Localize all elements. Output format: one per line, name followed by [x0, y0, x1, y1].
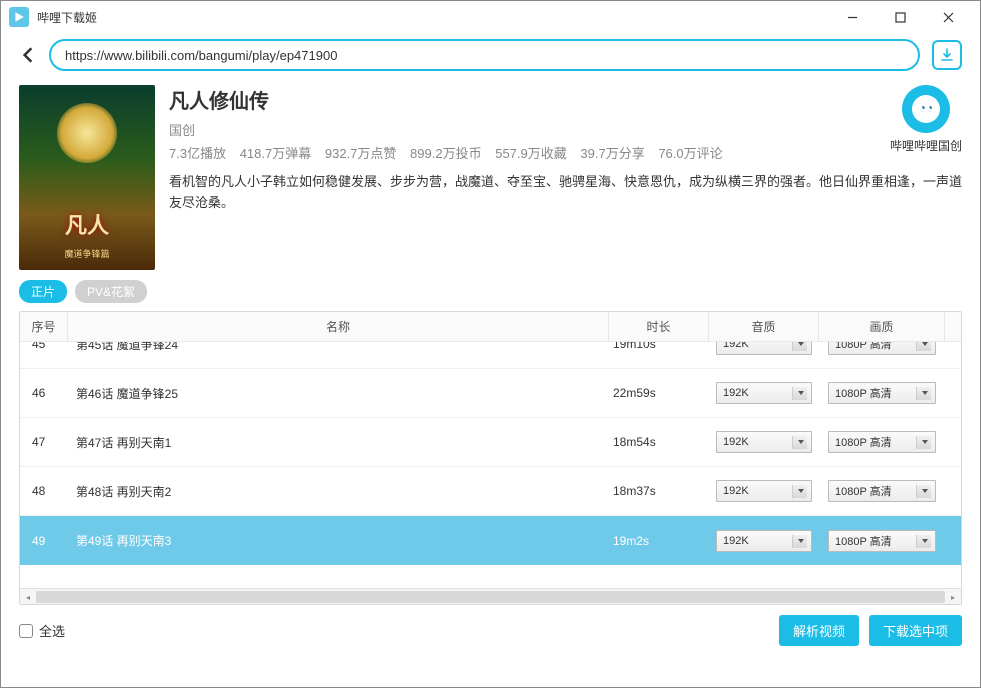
- maximize-button[interactable]: [876, 1, 924, 33]
- media-category: 国创: [169, 120, 962, 139]
- audio-select[interactable]: 192K: [716, 342, 812, 355]
- scroll-thumb[interactable]: [36, 591, 945, 603]
- media-info: 魔道争锋篇 凡人修仙传 国创 7.3亿播放 418.7万弹幕 932.7万点赞 …: [19, 85, 962, 270]
- cell-duration: 18m37s: [609, 484, 709, 498]
- cell-index: 47: [20, 435, 68, 449]
- cover-image: 魔道争锋篇: [19, 85, 155, 270]
- table-row[interactable]: 47 第47话 再别天南1 18m54s 192K 1080P 高清: [20, 418, 961, 467]
- cell-name: 第47话 再别天南1: [68, 434, 609, 451]
- header-name[interactable]: 名称: [68, 312, 609, 341]
- media-description: 看机智的凡人小子韩立如何稳健发展、步步为营，战魔道、夺至宝、驰骋星海、快意恩仇，…: [169, 172, 962, 214]
- cell-duration: 19m10s: [609, 342, 709, 351]
- download-button[interactable]: 下载选中项: [869, 615, 962, 646]
- table-row[interactable]: 45 第45话 魔道争锋24 19m10s 192K 1080P 高清: [20, 342, 961, 369]
- header-duration[interactable]: 时长: [609, 312, 709, 341]
- footer: 全选 解析视频 下载选中项: [1, 605, 980, 656]
- url-bar: [1, 33, 980, 77]
- header-extra: [945, 312, 961, 341]
- stat-likes: 932.7万点赞: [325, 146, 397, 161]
- cell-name: 第48话 再别天南2: [68, 483, 609, 500]
- cell-name: 第45话 魔道争锋24: [68, 342, 609, 353]
- checkbox-icon: [19, 624, 33, 638]
- app-logo: [9, 7, 29, 27]
- scroll-left-arrow[interactable]: ◂: [20, 589, 36, 605]
- stat-comments: 76.0万评论: [658, 146, 722, 161]
- tab-extras[interactable]: PV&花絮: [75, 280, 147, 303]
- cell-duration: 18m54s: [609, 435, 709, 449]
- cell-index: 48: [20, 484, 68, 498]
- cell-name: 第49话 再别天南3: [68, 532, 609, 549]
- cell-duration: 22m59s: [609, 386, 709, 400]
- header-index[interactable]: 序号: [20, 312, 68, 341]
- video-select[interactable]: 1080P 高清: [828, 530, 936, 552]
- audio-select[interactable]: 192K: [716, 382, 812, 404]
- select-all-checkbox[interactable]: 全选: [19, 621, 65, 640]
- back-button[interactable]: [19, 46, 37, 64]
- table-row[interactable]: 46 第46话 魔道争锋25 22m59s 192K 1080P 高清: [20, 369, 961, 418]
- tab-main[interactable]: 正片: [19, 280, 67, 303]
- cell-index: 49: [20, 534, 68, 548]
- audio-select[interactable]: 192K: [716, 431, 812, 453]
- stat-shares: 39.7万分享: [580, 146, 644, 161]
- select-all-label: 全选: [39, 621, 65, 640]
- url-input[interactable]: [49, 39, 920, 71]
- video-select[interactable]: 1080P 高清: [828, 342, 936, 355]
- cell-duration: 19m2s: [609, 534, 709, 548]
- titlebar: 哔哩下载姬: [1, 1, 980, 33]
- close-button[interactable]: [924, 1, 972, 33]
- stat-danmaku: 418.7万弹幕: [240, 146, 312, 161]
- video-select[interactable]: 1080P 高清: [828, 382, 936, 404]
- uploader-name: 哔哩哔哩国创: [890, 137, 962, 154]
- header-audio[interactable]: 音质: [709, 312, 819, 341]
- stat-coins: 899.2万投币: [410, 146, 482, 161]
- download-icon-button[interactable]: [932, 40, 962, 70]
- table-row[interactable]: 49 第49话 再别天南3 19m2s 192K 1080P 高清: [20, 516, 961, 565]
- video-select[interactable]: 1080P 高清: [828, 480, 936, 502]
- cell-index: 45: [20, 342, 68, 351]
- audio-select[interactable]: 192K: [716, 480, 812, 502]
- video-select[interactable]: 1080P 高清: [828, 431, 936, 453]
- cell-index: 46: [20, 386, 68, 400]
- episode-table: 序号 名称 时长 音质 画质 192K 1080P 高清 45 第45话 魔道争…: [19, 311, 962, 605]
- minimize-button[interactable]: [828, 1, 876, 33]
- horizontal-scrollbar[interactable]: ◂ ▸: [20, 588, 961, 604]
- stat-favorites: 557.9万收藏: [495, 146, 567, 161]
- media-stats: 7.3亿播放 418.7万弹幕 932.7万点赞 899.2万投币 557.9万…: [169, 143, 962, 162]
- stat-plays: 7.3亿播放: [169, 146, 226, 161]
- table-row[interactable]: 48 第48话 再别天南2 18m37s 192K 1080P 高清: [20, 467, 961, 516]
- cell-name: 第46话 魔道争锋25: [68, 385, 609, 402]
- section-tabs: 正片 PV&花絮: [19, 280, 962, 303]
- uploader-block[interactable]: 哔哩哔哩国创: [890, 85, 962, 154]
- scroll-right-arrow[interactable]: ▸: [945, 589, 961, 605]
- window-controls: [828, 1, 972, 33]
- media-title: 凡人修仙传: [169, 85, 962, 114]
- header-video[interactable]: 画质: [819, 312, 945, 341]
- window-title: 哔哩下载姬: [37, 9, 97, 26]
- parse-button[interactable]: 解析视频: [779, 615, 859, 646]
- audio-select[interactable]: 192K: [716, 530, 812, 552]
- uploader-avatar: [902, 85, 950, 133]
- table-header: 序号 名称 时长 音质 画质: [20, 312, 961, 342]
- table-body[interactable]: 192K 1080P 高清 45 第45话 魔道争锋24 19m10s 192K…: [20, 342, 961, 588]
